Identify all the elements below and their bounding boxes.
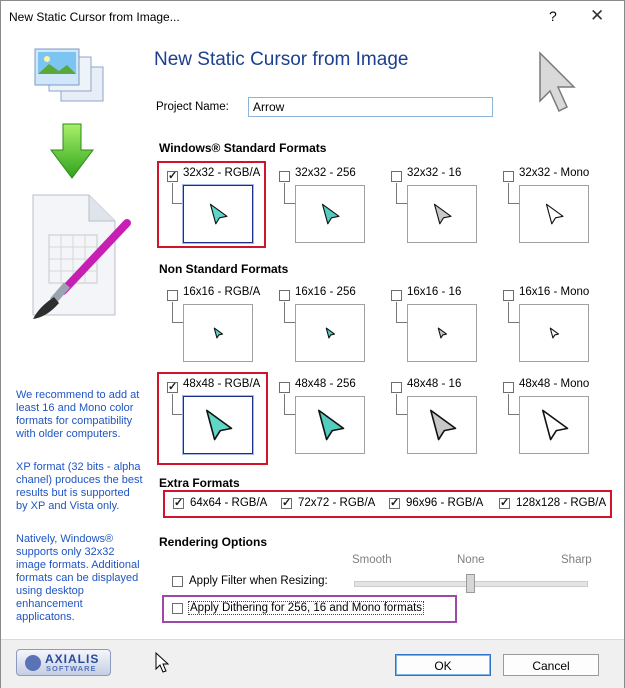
format-preview[interactable] [519,304,589,362]
filter-label: Apply Filter when Resizing: [189,575,328,587]
dialog-window: New Static Cursor from Image... ? ✕ We r… [0,0,625,688]
format-preview[interactable] [183,304,253,362]
format-preview[interactable] [295,304,365,362]
format-checkbox[interactable] [279,382,290,393]
format-preview[interactable] [519,185,589,243]
format-checkbox[interactable] [391,290,402,301]
format-label: 32x32 - 256 [295,167,356,179]
cursor-arrow-icon [213,327,224,339]
format-checkbox[interactable] [391,171,402,182]
highlight-32-rgba [157,161,266,248]
windows-support-text: Natively, Windows® supports only 32x32 i… [16,533,140,623]
format-label: 48x48 - 16 [407,378,462,390]
format-label: 16x16 - Mono [519,286,590,298]
format-preview[interactable] [407,185,477,243]
cursor-arrow-icon [318,409,345,441]
document-brush-icon [32,194,131,319]
extra-formats-heading: Extra Formats [159,476,240,490]
format-label: 48x48 - Mono [519,378,590,390]
format-checkbox[interactable] [391,382,402,393]
close-icon[interactable]: ✕ [590,6,604,26]
format-label: 32x32 - Mono [519,167,590,179]
format-checkbox[interactable] [503,171,514,182]
title-bar: New Static Cursor from Image... ? ✕ [1,1,624,33]
format-label: 32x32 - 16 [407,167,462,179]
cursor-arrow-icon [433,203,452,225]
slider-label-sharp: Sharp [561,554,592,566]
window-title: New Static Cursor from Image... [9,10,180,24]
format-label: 48x48 - 256 [295,378,356,390]
images-icon [34,48,104,102]
dithering-checkbox[interactable] [172,603,183,614]
axialis-logo: AXIALIS SOFTWARE [16,649,111,676]
down-arrow-icon [50,123,94,179]
format-checkbox[interactable] [503,290,514,301]
nonstandard-formats-heading: Non Standard Formats [159,262,289,276]
format-checkbox[interactable] [167,290,178,301]
dithering-label: Apply Dithering for 256, 16 and Mono for… [187,601,425,615]
cursor-arrow-icon [437,327,448,339]
page-title: New Static Cursor from Image [154,49,409,70]
format-label: 16x16 - 256 [295,286,356,298]
left-panel: We recommend to add at least 16 and Mono… [3,33,150,637]
help-icon[interactable]: ? [549,8,557,24]
cursor-arrow-icon [321,203,340,225]
xp-format-text: XP format (32 bits - alpha chanel) produ… [16,461,143,512]
format-preview[interactable] [519,396,589,454]
format-label: 16x16 - 16 [407,286,462,298]
format-checkbox[interactable] [279,290,290,301]
recommend-text: We recommend to add at least 16 and Mono… [16,389,140,440]
standard-formats-heading: Windows® Standard Formats [159,141,327,155]
format-label: 16x16 - RGB/A [183,286,261,298]
cursor-arrow-icon [325,327,336,339]
cursor-arrow-icon [549,327,560,339]
project-name-input[interactable] [248,97,493,117]
cursor-arrow-icon [542,409,569,441]
format-preview[interactable] [407,304,477,362]
cursor-arrow-icon [545,203,564,225]
slider-label-none: None [457,554,485,566]
filter-checkbox[interactable] [172,576,183,587]
format-preview[interactable] [295,185,365,243]
filter-slider-thumb[interactable] [466,574,475,593]
cursor-preview-icon [539,51,576,113]
cursor-arrow-icon [430,409,457,441]
format-preview[interactable] [407,396,477,454]
cancel-button[interactable]: Cancel [503,654,599,676]
mouse-pointer-icon [155,652,170,673]
rendering-options-heading: Rendering Options [159,535,267,549]
format-checkbox[interactable] [503,382,514,393]
format-checkbox[interactable] [279,171,290,182]
ok-button[interactable]: OK [395,654,491,676]
format-preview[interactable] [295,396,365,454]
logo-icon [25,655,41,671]
slider-label-smooth: Smooth [352,554,392,566]
highlight-48-rgba [157,372,268,465]
highlight-extra-formats [163,490,612,518]
project-name-label: Project Name: [156,101,229,113]
